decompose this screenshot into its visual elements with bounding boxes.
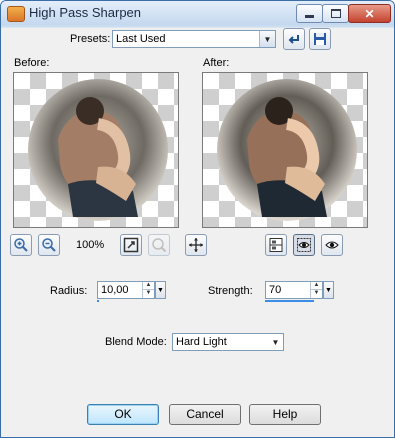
blend-mode-label: Blend Mode:: [105, 336, 167, 348]
before-image: [28, 79, 168, 221]
radius-slider[interactable]: [97, 300, 99, 302]
radius-value: 10,00: [101, 284, 129, 296]
actual-size-button[interactable]: [148, 234, 170, 256]
undo-arrow-icon: [288, 35, 299, 44]
chevron-down-icon: ▼: [325, 286, 332, 294]
dialog-body: Presets: Last Used ▼ Before: After: 100%…: [6, 28, 389, 434]
after-image: [217, 79, 357, 221]
maximize-button[interactable]: [322, 4, 349, 23]
blend-mode-value: Hard Light: [176, 336, 227, 348]
presets-value: Last Used: [116, 33, 166, 45]
proof-eye-icon: [297, 238, 311, 252]
maximize-icon: [330, 9, 341, 18]
chevron-down-icon: ▼: [157, 286, 164, 294]
chevron-up-icon[interactable]: ▲: [311, 282, 322, 290]
split-view-button[interactable]: [265, 234, 287, 256]
chevron-down-icon[interactable]: ▼: [143, 290, 154, 297]
title-bar[interactable]: High Pass Sharpen ✕: [1, 1, 394, 25]
zoom-out-button[interactable]: [38, 234, 60, 256]
strength-value: 70: [269, 284, 282, 296]
strength-dropdown-button[interactable]: ▼: [323, 281, 334, 299]
minimize-button[interactable]: [296, 4, 323, 23]
close-icon: ✕: [364, 6, 375, 21]
chevron-down-icon[interactable]: ▼: [311, 290, 322, 297]
strength-label: Strength:: [208, 285, 253, 297]
radius-input[interactable]: 10,00 ▲ ▼: [97, 281, 155, 299]
after-label: After:: [203, 57, 230, 69]
magnifier-icon: [152, 238, 167, 253]
chevron-down-icon: ▼: [259, 31, 275, 47]
zoom-to-fit-button[interactable]: [120, 234, 142, 256]
proof-toggle-button[interactable]: [293, 234, 315, 256]
floppy-disk-icon: [314, 33, 326, 45]
radius-dropdown-button[interactable]: ▼: [155, 281, 166, 299]
chevron-down-icon: ▼: [271, 337, 280, 347]
cancel-button[interactable]: Cancel: [169, 404, 241, 425]
auto-proof-button[interactable]: [321, 234, 343, 256]
help-button[interactable]: Help: [249, 404, 321, 425]
chevron-up-icon[interactable]: ▲: [143, 282, 154, 290]
pan-button[interactable]: [185, 234, 207, 256]
before-preview[interactable]: [13, 72, 179, 228]
reset-preset-button[interactable]: [283, 28, 305, 50]
window-title: High Pass Sharpen: [29, 5, 142, 20]
fit-window-icon: [123, 237, 139, 253]
app-icon: [7, 6, 25, 22]
move-arrows-icon: [189, 238, 203, 252]
strength-input[interactable]: 70 ▲ ▼: [265, 281, 323, 299]
minimize-icon: [305, 15, 314, 18]
zoom-in-icon: [14, 238, 28, 252]
ok-button[interactable]: OK: [87, 404, 159, 425]
presets-label: Presets:: [70, 33, 111, 45]
strength-stepper[interactable]: ▲ ▼: [310, 282, 322, 298]
presets-dropdown[interactable]: Last Used ▼: [112, 30, 276, 48]
split-view-icon: [269, 238, 283, 252]
zoom-level: 100%: [76, 239, 105, 251]
zoom-in-button[interactable]: [10, 234, 32, 256]
radius-stepper[interactable]: ▲ ▼: [142, 282, 154, 298]
radius-label: Radius:: [50, 285, 88, 297]
after-preview[interactable]: [202, 72, 368, 228]
save-preset-button[interactable]: [309, 28, 331, 50]
blend-mode-dropdown[interactable]: Hard Light ▼: [172, 333, 284, 351]
zoom-out-icon: [42, 238, 56, 252]
strength-slider[interactable]: [265, 300, 314, 302]
eye-icon: [325, 241, 339, 249]
before-label: Before:: [14, 57, 50, 69]
close-button[interactable]: ✕: [348, 4, 391, 23]
dialog-window: High Pass Sharpen ✕ Presets: Last Used ▼…: [0, 0, 395, 438]
